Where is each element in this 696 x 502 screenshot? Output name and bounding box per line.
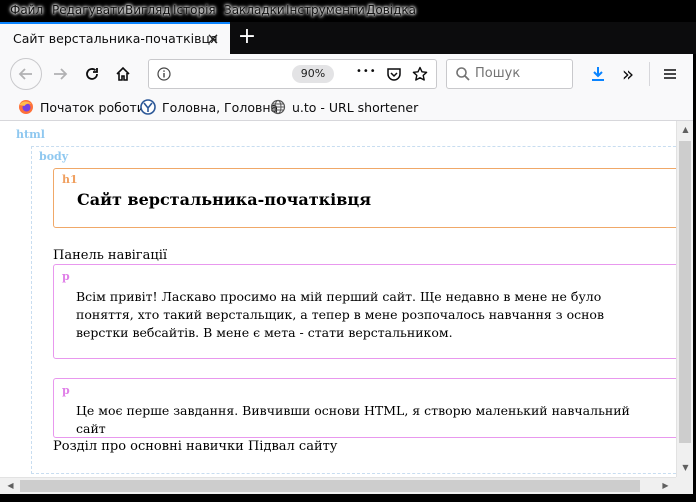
forward-arrow-icon	[54, 68, 68, 80]
bookmark-item-getting-started[interactable]: Початок роботи	[18, 98, 145, 116]
horizontal-scrollbar[interactable]: ◀ ▶	[0, 477, 676, 494]
menu-file[interactable]: Файл	[10, 3, 43, 17]
scrollbar-corner	[676, 477, 693, 494]
pocket-icon[interactable]	[386, 66, 402, 82]
page-heading: Сайт верстальника-початківця	[77, 190, 372, 209]
html-tag-label: html	[16, 128, 45, 141]
bookmark-label: Початок роботи	[40, 99, 145, 115]
page-actions-icon[interactable]: •••	[356, 66, 377, 77]
reload-button[interactable]	[76, 58, 108, 90]
menu-help[interactable]: Довідка	[366, 3, 416, 17]
tab-active[interactable]: Сайт верстальника-початківця ×	[0, 22, 230, 54]
forward-button[interactable]	[44, 58, 76, 90]
menu-bar: Файл Редагувати Вигляд Історія Закладки …	[0, 0, 696, 22]
paragraph-2: Це моє перше завдання. Вивчивши основи H…	[76, 403, 630, 436]
menu-edit[interactable]: Редагувати	[52, 3, 125, 17]
bookmark-label: Головна, Головна	[162, 99, 279, 115]
reload-icon	[86, 68, 98, 80]
menu-bookmarks[interactable]: Закладки	[224, 3, 285, 17]
tab-strip: Сайт верстальника-початківця × +	[0, 22, 696, 54]
nav-text: Панель навігації	[53, 248, 168, 263]
hamburger-menu-button[interactable]	[654, 58, 686, 90]
back-arrow-icon	[18, 68, 32, 80]
search-box[interactable]: Пошук	[446, 59, 573, 89]
h1-tag-label: h1	[62, 173, 78, 186]
home-icon	[116, 66, 130, 81]
scroll-up-icon[interactable]: ▲	[677, 125, 694, 134]
zoom-indicator[interactable]: 90%	[292, 65, 334, 83]
menu-tools[interactable]: Інструменти	[286, 3, 365, 17]
horizontal-scroll-thumb[interactable]	[20, 480, 640, 492]
back-button[interactable]	[10, 58, 42, 90]
body-tag-label: body	[39, 150, 69, 163]
menu-history[interactable]: Історія	[173, 3, 216, 17]
bookmark-item-uto[interactable]: u.to - URL shortener	[270, 98, 418, 116]
page-content: html body h1 Сайт верстальника-початківц…	[0, 121, 676, 477]
home-button[interactable]	[107, 58, 139, 90]
info-icon[interactable]	[157, 67, 171, 81]
tab-title: Сайт верстальника-початківця	[13, 31, 218, 46]
firefox-icon	[19, 100, 33, 114]
url-bar[interactable]: 90% •••	[148, 59, 437, 89]
site-globe-icon	[140, 99, 156, 115]
nav-toolbar: 90% ••• Пошук »	[0, 54, 696, 94]
search-icon	[456, 67, 470, 81]
hamburger-icon	[664, 69, 676, 79]
new-tab-button[interactable]: +	[236, 23, 258, 51]
p1-tag-label: p	[62, 270, 70, 283]
tab-close-icon[interactable]: ×	[205, 29, 221, 48]
vertical-scrollbar[interactable]: ▲ ▼	[676, 121, 693, 477]
p2-tag-label: p	[62, 384, 70, 397]
bookmark-label: u.to - URL shortener	[292, 99, 419, 115]
browser-window: Файл Редагувати Вигляд Історія Закладки …	[0, 0, 696, 502]
paragraph-1: Всім привіт! Ласкаво просимо на мій перш…	[76, 289, 604, 340]
vertical-scroll-thumb[interactable]	[679, 141, 691, 443]
menu-view[interactable]: Вигляд	[125, 3, 171, 17]
bookmark-item-home[interactable]: Головна, Головна	[140, 98, 278, 116]
window-border-bottom	[0, 494, 696, 502]
scroll-left-icon[interactable]: ◀	[2, 481, 19, 490]
toolbar-divider	[649, 62, 650, 86]
download-icon	[592, 67, 604, 81]
scroll-right-icon[interactable]: ▶	[657, 481, 674, 490]
bookmark-star-icon[interactable]	[412, 66, 428, 82]
downloads-button[interactable]	[582, 58, 614, 90]
bookmarks-toolbar: Початок роботи Головна, Головна u.to - U…	[0, 94, 696, 121]
scroll-down-icon[interactable]: ▼	[677, 463, 694, 472]
globe-icon	[270, 99, 286, 115]
search-placeholder: Пошук	[475, 66, 521, 81]
overflow-menu-button[interactable]: »	[612, 58, 644, 90]
footer-text: Розділ про основні навички Підвал сайту	[53, 439, 338, 454]
